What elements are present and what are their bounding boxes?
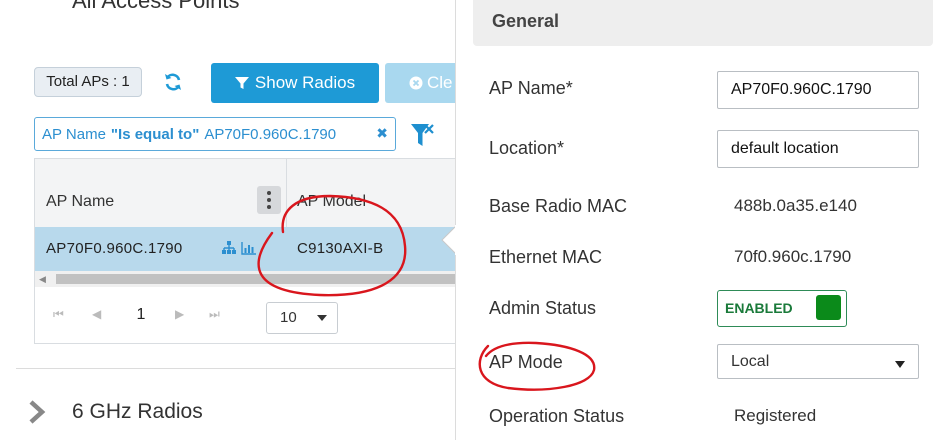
section-6ghz-radios[interactable]: 6 GHz Radios [72, 400, 203, 424]
chart-icon[interactable] [241, 241, 257, 255]
horizontal-scrollbar[interactable]: ◀ [35, 271, 455, 287]
base-radio-mac-label: Base Radio MAC [489, 196, 628, 216]
admin-status-label: Admin Status [489, 298, 597, 318]
filter-field: AP Name [42, 125, 106, 143]
column-header-ap-name[interactable]: AP Name [46, 193, 114, 211]
section-title: General [492, 11, 560, 31]
filter-value: AP70F0.960C.1790 [204, 125, 337, 143]
filter-clear-icon[interactable] [410, 121, 434, 149]
toggle-knob [816, 295, 841, 320]
scroll-left-arrow-icon[interactable]: ◀ [39, 274, 46, 285]
prev-page-icon[interactable]: ◀ [92, 307, 101, 321]
location-label: Location* [489, 138, 565, 158]
ethernet-mac-label: Ethernet MAC [489, 247, 603, 267]
ap-grid: AP Name AP Model AP70F0.960C.1790 C9130A… [34, 158, 455, 344]
filter-operator: "Is equal to" [110, 125, 200, 143]
grid-header: AP Name AP Model [35, 159, 455, 228]
ap-mode-value: Local [731, 353, 770, 370]
close-circle-icon [409, 76, 423, 90]
close-icon[interactable]: ✖ [376, 125, 388, 142]
chevron-right-icon[interactable] [28, 400, 46, 424]
location-field[interactable]: default location [717, 130, 919, 168]
column-header-ap-model[interactable]: AP Model [297, 193, 366, 211]
show-radios-label: Show Radios [254, 73, 356, 92]
last-page-icon[interactable]: ⏭ [209, 307, 220, 322]
first-page-icon[interactable]: ⏮ [53, 307, 64, 322]
operation-status-label: Operation Status [489, 406, 625, 426]
column-divider[interactable] [286, 159, 287, 227]
general-section-header: General [473, 0, 933, 46]
base-radio-mac-value: 488b.0a35.e140 [734, 196, 857, 215]
pager: ⏮ ◀ 1 ▶ ⏭ 10 [35, 289, 455, 339]
caret-down-icon [895, 361, 905, 368]
panel-pointer-arrow [441, 225, 457, 255]
admin-status-value: ENABLED [725, 300, 793, 316]
cell-ap-name[interactable]: AP70F0.960C.1790 [46, 240, 183, 257]
admin-status-toggle[interactable]: ENABLED [717, 290, 847, 327]
funnel-icon [234, 77, 249, 89]
access-points-pane: All Access Points Total APs : 1 Show Rad… [0, 0, 455, 440]
cell-ap-model[interactable]: C9130AXI-B [297, 240, 383, 257]
clear-label: Cle [427, 73, 453, 92]
table-row[interactable]: AP70F0.960C.1790 C9130AXI-B [35, 227, 455, 271]
column-menu-button[interactable] [257, 186, 281, 214]
ap-details-panel: General AP Name* AP70F0.960C.1790 Locati… [455, 0, 942, 440]
section-divider [16, 368, 455, 369]
page-title: All Access Points [72, 0, 240, 13]
ethernet-mac-value: 70f0.960c.1790 [734, 247, 852, 266]
operation-status-value: Registered [734, 406, 817, 425]
page-size-value: 10 [280, 309, 297, 326]
scroll-thumb[interactable] [56, 274, 455, 284]
row-icons [221, 241, 257, 255]
topology-icon[interactable] [221, 241, 237, 255]
total-aps-badge: Total APs : 1 [34, 67, 142, 97]
show-radios-button[interactable]: Show Radios [211, 63, 379, 103]
caret-down-icon [317, 315, 327, 321]
page-size-select[interactable]: 10 [266, 302, 338, 334]
next-page-icon[interactable]: ▶ [175, 307, 184, 321]
filter-chip[interactable]: AP Name "Is equal to" AP70F0.960C.1790 ✖ [34, 117, 396, 151]
current-page[interactable]: 1 [125, 299, 157, 331]
clear-filter-button[interactable]: Cle [385, 63, 455, 103]
ap-mode-label: AP Mode [489, 352, 563, 372]
ap-mode-select[interactable]: Local [717, 344, 919, 379]
refresh-icon[interactable] [163, 72, 183, 92]
ap-name-label: AP Name* [489, 78, 573, 98]
ap-name-field[interactable]: AP70F0.960C.1790 [717, 71, 919, 109]
